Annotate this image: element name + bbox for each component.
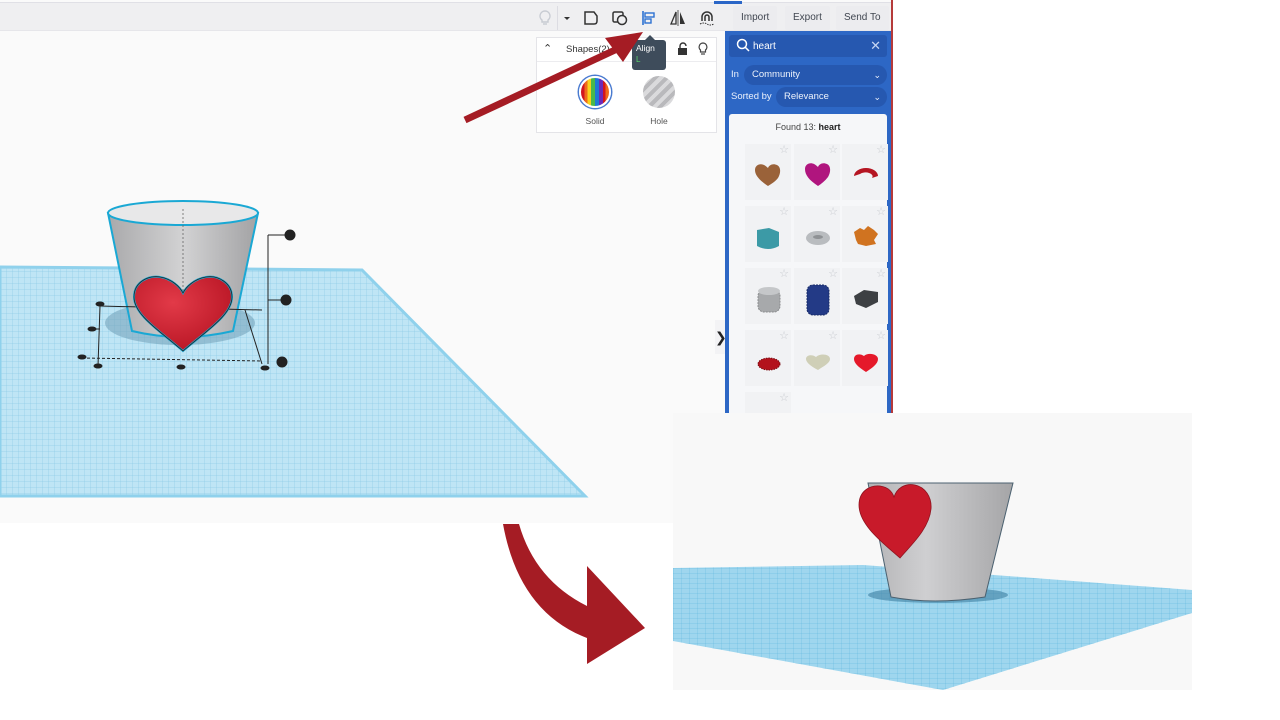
shape-thumbnail-icon [806, 284, 830, 316]
annotation-curved-arrow [503, 524, 645, 664]
result-tile-red-shape[interactable]: ☆ [745, 392, 791, 413]
favorite-star-icon[interactable]: ☆ [876, 206, 886, 218]
shape-thumbnail-icon [854, 353, 878, 372]
result-tile-grey-ring[interactable]: ☆ [794, 206, 840, 262]
results-count-prefix: Found 13: [775, 122, 819, 132]
shape-thumbnail-icon [755, 164, 781, 186]
in-label: In [731, 69, 739, 80]
favorite-star-icon[interactable]: ☆ [828, 330, 838, 342]
chevron-down-icon: ⌄ [873, 70, 881, 80]
shape-thumbnail-icon [751, 404, 787, 413]
lightbulb-icon[interactable] [534, 7, 556, 29]
favorite-star-icon[interactable]: ☆ [828, 144, 838, 156]
sorted-by-label: Sorted by [731, 91, 772, 102]
favorite-star-icon[interactable]: ☆ [828, 206, 838, 218]
favorite-star-icon[interactable]: ☆ [876, 268, 886, 280]
result-tile-dark-pentagon[interactable]: ☆ [842, 268, 888, 324]
search-results: Found 13: heart ☆ ☆ ☆ ☆ ☆ ☆ ☆ ☆ ☆ ☆ ☆ ☆ ☆ [729, 114, 888, 413]
shape-thumbnail-icon [757, 357, 781, 371]
result-tile-magenta-heart[interactable]: ☆ [794, 144, 840, 200]
send-to-button[interactable]: Send To [836, 6, 889, 30]
top-toolbar: Import Export Send To [0, 1, 891, 31]
sort-value: Relevance [784, 91, 829, 102]
result-tile-brown-heart[interactable]: ☆ [745, 144, 791, 200]
favorite-star-icon[interactable]: ☆ [779, 268, 789, 280]
favorite-star-icon[interactable]: ☆ [779, 206, 789, 218]
shape-thumbnail-icon [854, 226, 878, 246]
result-tile-beige-heart[interactable]: ☆ [794, 330, 840, 386]
shape-thumbnail-icon [757, 287, 781, 313]
clear-search-icon[interactable]: ✕ [870, 38, 881, 54]
result-tile-red-heart[interactable]: ☆ [842, 330, 888, 386]
search-box[interactable]: ✕ [729, 35, 887, 57]
result-tile-red-arc[interactable]: ☆ [842, 144, 888, 200]
shape-thumbnail-icon [854, 168, 878, 178]
visibility-bulb-icon[interactable] [697, 42, 709, 61]
dropdown-caret-icon[interactable] [556, 7, 578, 29]
result-tile-orange-puzzle[interactable]: ☆ [842, 206, 888, 262]
import-button[interactable]: Import [733, 6, 778, 30]
magnet-icon[interactable] [696, 7, 718, 29]
annotation-arrow-to-align [463, 32, 643, 124]
lock-icon[interactable] [677, 42, 689, 61]
category-value: Community [752, 69, 801, 80]
result-tile-red-gear[interactable]: ☆ [745, 330, 791, 386]
hole-swatch[interactable] [643, 76, 675, 108]
result-tile-navy-gear[interactable]: ☆ [794, 268, 840, 324]
category-select[interactable]: Community ⌄ [744, 65, 887, 85]
results-count: Found 13: heart [729, 122, 887, 132]
results-count-term: heart [818, 122, 841, 132]
favorite-star-icon[interactable]: ☆ [779, 330, 789, 342]
search-input[interactable] [753, 37, 863, 55]
shape-thumbnail-icon [757, 228, 779, 249]
favorite-star-icon[interactable]: ☆ [876, 144, 886, 156]
panel-collapse-handle[interactable]: ❯ [715, 320, 727, 354]
favorite-star-icon[interactable]: ☆ [828, 268, 838, 280]
group-icon[interactable] [609, 7, 631, 29]
shape-thumbnail-icon [806, 354, 830, 370]
mirror-icon[interactable] [667, 7, 689, 29]
shape-thumbnail-icon [805, 163, 831, 186]
sort-select[interactable]: Relevance ⌄ [776, 87, 887, 107]
search-icon [736, 38, 750, 57]
result-preview [673, 413, 1192, 690]
align-icon[interactable] [638, 7, 660, 29]
favorite-star-icon[interactable]: ☆ [779, 392, 789, 404]
result-tile-teal-heart[interactable]: ☆ [745, 206, 791, 262]
chevron-down-icon: ⌄ [873, 92, 881, 102]
shape-thumbnail-icon [854, 290, 878, 308]
shape-thumbnail-icon [806, 231, 830, 245]
export-button[interactable]: Export [785, 6, 830, 30]
shape-library-panel: ✕ In Community ⌄ Sorted by Relevance ⌄ F… [725, 31, 891, 413]
note-icon[interactable] [580, 7, 602, 29]
favorite-star-icon[interactable]: ☆ [876, 330, 886, 342]
favorite-star-icon[interactable]: ☆ [779, 144, 789, 156]
result-tile-grey-gear[interactable]: ☆ [745, 268, 791, 324]
